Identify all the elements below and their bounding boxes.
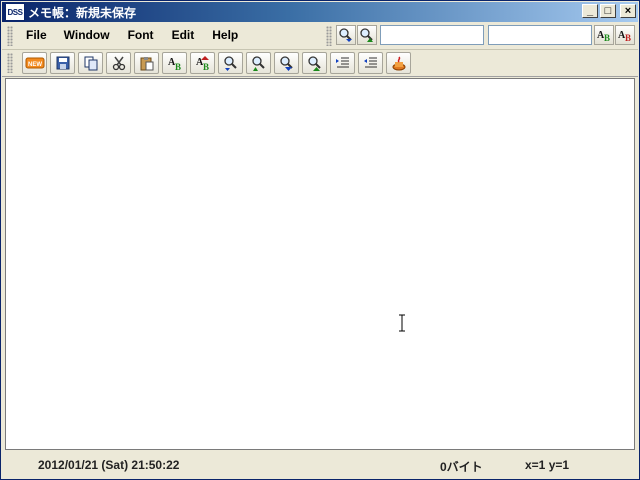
search-grip-handle[interactable] [326, 26, 332, 46]
title-bar[interactable]: DSS メモ帳：新規未保存 _ □ × [2, 2, 638, 22]
run-button[interactable] [386, 52, 411, 74]
find-button[interactable] [218, 52, 243, 74]
svg-text:B: B [625, 33, 631, 43]
app-icon[interactable]: DSS [5, 3, 25, 21]
new-button[interactable]: NEW [22, 52, 47, 74]
status-datetime: 2012/01/21 (Sat) 21:50:22 [38, 458, 180, 472]
find-down-icon [339, 28, 352, 42]
new-icon: NEW [25, 57, 44, 69]
search-toolbar: A B A B [336, 25, 636, 45]
font-size-icon: A B [196, 56, 209, 71]
menu-bar: File Window Font Edit Help A B A B [2, 23, 638, 50]
status-file-size: 0バイト [440, 460, 483, 474]
find-down-button[interactable] [336, 25, 356, 45]
find-up-icon [360, 28, 373, 42]
close-button[interactable]: × [620, 4, 636, 18]
find-up-icon [307, 56, 321, 71]
paste-icon [140, 57, 153, 71]
find-input[interactable] [380, 25, 484, 45]
text-editor[interactable] [5, 78, 635, 450]
maximize-button[interactable]: □ [600, 4, 616, 18]
menu-font[interactable]: Font [128, 28, 162, 42]
indent-button[interactable] [330, 52, 355, 74]
svg-text:NEW: NEW [28, 62, 42, 68]
replace-all-font-icon: A B [618, 30, 631, 43]
find-up-toolbar-button[interactable] [302, 52, 327, 74]
save-icon [56, 56, 69, 70]
menu-grip-handle[interactable] [7, 26, 13, 46]
window-controls: _ □ × [582, 4, 636, 18]
menu-file[interactable]: File [26, 28, 55, 42]
menu-window[interactable]: Window [64, 28, 118, 42]
menu-help[interactable]: Help [212, 28, 246, 42]
paste-button[interactable] [134, 52, 159, 74]
app-window: DSS メモ帳：新規未保存 _ □ × File Window Font Edi… [0, 0, 640, 480]
find-down-icon [279, 56, 293, 71]
toolbar-grip-handle[interactable] [7, 53, 13, 73]
minimize-button[interactable]: _ [582, 4, 598, 18]
tool-bar: NEW A B A B [2, 50, 638, 77]
replace-font-icon: A B [597, 30, 610, 43]
status-cursor-position: x=1 y=1 [525, 458, 570, 472]
outdent-button[interactable] [358, 52, 383, 74]
svg-text:B: B [203, 62, 209, 71]
replace-input[interactable] [488, 25, 592, 45]
cut-button[interactable] [106, 52, 131, 74]
cut-icon [112, 56, 125, 71]
menu-edit[interactable]: Edit [172, 28, 203, 42]
font-icon: A B [168, 57, 181, 71]
outdent-icon [363, 57, 377, 68]
font-size-button[interactable]: A B [190, 52, 215, 74]
text-cursor-icon [399, 314, 405, 332]
indent-icon [335, 57, 349, 68]
find-up-button[interactable] [357, 25, 377, 45]
find-next-button[interactable] [246, 52, 271, 74]
main-menu: File Window Font Edit Help [26, 28, 256, 42]
font-button[interactable]: A B [162, 52, 187, 74]
toolbar-buttons: NEW A B A B [22, 52, 414, 74]
find-next-icon [251, 56, 265, 71]
replace-button[interactable]: A B [594, 25, 614, 45]
svg-text:B: B [175, 62, 181, 71]
find-down-toolbar-button[interactable] [274, 52, 299, 74]
copy-button[interactable] [78, 52, 103, 74]
status-bar: 2012/01/21 (Sat) 21:50:22 0バイト x=1 y=1 [2, 452, 638, 478]
find-icon [223, 56, 237, 71]
save-button[interactable] [50, 52, 75, 74]
svg-text:B: B [604, 33, 610, 43]
window-title: メモ帳：新規未保存 [28, 5, 137, 20]
replace-all-button[interactable]: A B [615, 25, 635, 45]
copy-icon [84, 56, 97, 71]
run-icon [392, 56, 405, 71]
